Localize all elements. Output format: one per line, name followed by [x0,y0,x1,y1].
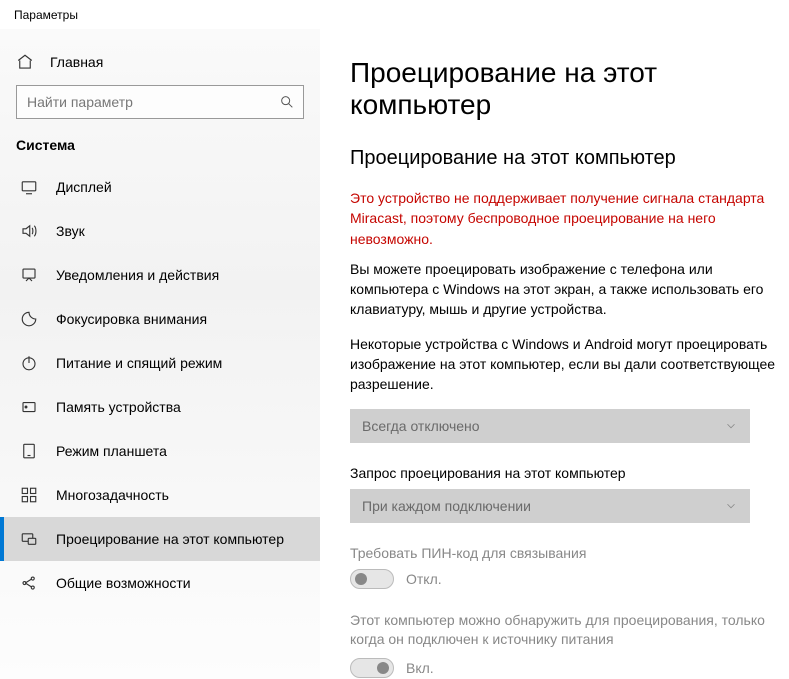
chevron-down-icon [724,499,738,513]
sidebar-item-label: Режим планшета [56,443,304,459]
sidebar-item-sound[interactable]: Звук [0,209,320,253]
sidebar-item-display[interactable]: Дисплей [0,165,320,209]
description-2: Некоторые устройства с Windows и Android… [350,334,780,395]
sidebar-item-label: Многозадачность [56,487,304,503]
sidebar-item-tablet[interactable]: Режим планшета [0,429,320,473]
discoverable-toggle[interactable] [350,658,394,678]
sidebar-item-label: Общие возможности [56,575,304,591]
permission-dropdown[interactable]: Всегда отключено [350,409,750,443]
notifications-icon [20,266,38,284]
require-pin-toggle[interactable] [350,569,394,589]
section-title: Проецирование на этот компьютер [350,147,789,170]
home-label: Главная [50,54,103,70]
description-1: Вы можете проецировать изображение с тел… [350,259,780,320]
search-input[interactable] [27,94,279,110]
sidebar-item-label: Память устройства [56,399,304,415]
sidebar-item-label: Питание и спящий режим [56,355,304,371]
toggle-state-text: Вкл. [406,660,434,676]
project-icon [20,530,38,548]
sidebar-item-power[interactable]: Питание и спящий режим [0,341,320,385]
sidebar-item-label: Звук [56,223,304,239]
storage-icon [20,398,38,416]
dropdown-value: При каждом подключении [362,498,531,514]
home-icon [16,53,34,71]
miracast-warning: Это устройство не поддерживает получение… [350,188,770,249]
sidebar-item-label: Дисплей [56,179,304,195]
search-icon [279,94,295,110]
sidebar-item-focus[interactable]: Фокусировка внимания [0,297,320,341]
sidebar-item-multitask[interactable]: Многозадачность [0,473,320,517]
sidebar-item-share[interactable]: Общие возможности [0,561,320,605]
sidebar-item-project[interactable]: Проецирование на этот компьютер [0,517,320,561]
ask-to-project-dropdown[interactable]: При каждом подключении [350,489,750,523]
sound-icon [20,222,38,240]
page-title: Проецирование на этот компьютер [350,57,789,121]
home-button[interactable]: Главная [0,43,320,85]
sidebar-item-label: Уведомления и действия [56,267,304,283]
tablet-icon [20,442,38,460]
display-icon [20,178,38,196]
sidebar-item-label: Проецирование на этот компьютер [56,531,304,547]
sidebar-item-label: Фокусировка внимания [56,311,304,327]
sidebar: Главная Система Дисплей [0,29,320,679]
content-pane: Проецирование на этот компьютер Проециро… [320,29,789,679]
ask-to-project-label: Запрос проецирования на этот компьютер [350,465,789,481]
share-icon [20,574,38,592]
search-box[interactable] [16,85,304,119]
section-heading: Система [0,137,320,165]
dropdown-value: Всегда отключено [362,418,480,434]
sidebar-item-notifications[interactable]: Уведомления и действия [0,253,320,297]
power-icon [20,354,38,372]
sidebar-item-storage[interactable]: Память устройства [0,385,320,429]
multitask-icon [20,486,38,504]
require-pin-label: Требовать ПИН-код для связывания [350,545,789,561]
chevron-down-icon [724,419,738,433]
window-title: Параметры [0,0,789,29]
discoverable-label: Этот компьютер можно обнаружить для прое… [350,611,770,650]
toggle-state-text: Откл. [406,571,442,587]
focus-icon [20,310,38,328]
nav-list: Дисплей Звук Уведомления и действия [0,165,320,605]
